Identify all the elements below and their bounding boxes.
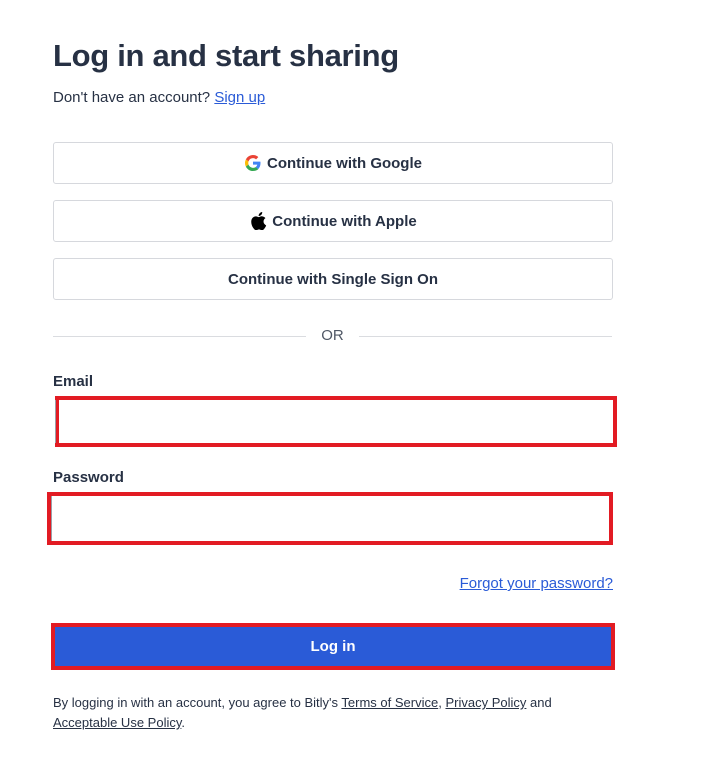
divider-right	[359, 336, 612, 337]
acceptable-use-policy-link[interactable]: Acceptable Use Policy	[53, 715, 181, 730]
page-title: Log in and start sharing	[53, 38, 399, 73]
email-field-edge	[55, 400, 56, 443]
email-label: Email	[53, 373, 94, 390]
continue-with-apple-button[interactable]: Continue with Apple	[53, 200, 613, 242]
password-field-edge	[51, 496, 52, 541]
signup-link[interactable]: Sign up	[214, 89, 265, 106]
terms-of-service-link[interactable]: Terms of Service	[341, 695, 438, 710]
divider-text: OR	[321, 327, 344, 344]
email-field[interactable]	[55, 396, 617, 447]
signup-prompt-text: Don't have an account?	[53, 89, 211, 106]
password-field[interactable]	[47, 492, 613, 545]
legal-and: and	[526, 695, 552, 710]
google-button-label: Continue with Google	[267, 154, 422, 172]
login-button[interactable]: Log in	[51, 623, 615, 670]
google-icon	[244, 154, 262, 172]
forgot-password-link[interactable]: Forgot your password?	[460, 575, 613, 592]
sso-button-label: Continue with Single Sign On	[228, 270, 438, 288]
legal-notice: By logging in with an account, you agree…	[53, 693, 618, 733]
divider-left	[53, 336, 306, 337]
signup-prompt: Don't have an account? Sign up	[53, 89, 265, 106]
privacy-policy-link[interactable]: Privacy Policy	[445, 695, 526, 710]
continue-with-sso-button[interactable]: Continue with Single Sign On	[53, 258, 613, 300]
password-label: Password	[53, 469, 124, 486]
legal-suffix: .	[181, 715, 185, 730]
apple-icon	[249, 212, 267, 230]
legal-prefix: By logging in with an account, you agree…	[53, 695, 342, 710]
apple-button-label: Continue with Apple	[272, 212, 417, 230]
continue-with-google-button[interactable]: Continue with Google	[53, 142, 613, 184]
